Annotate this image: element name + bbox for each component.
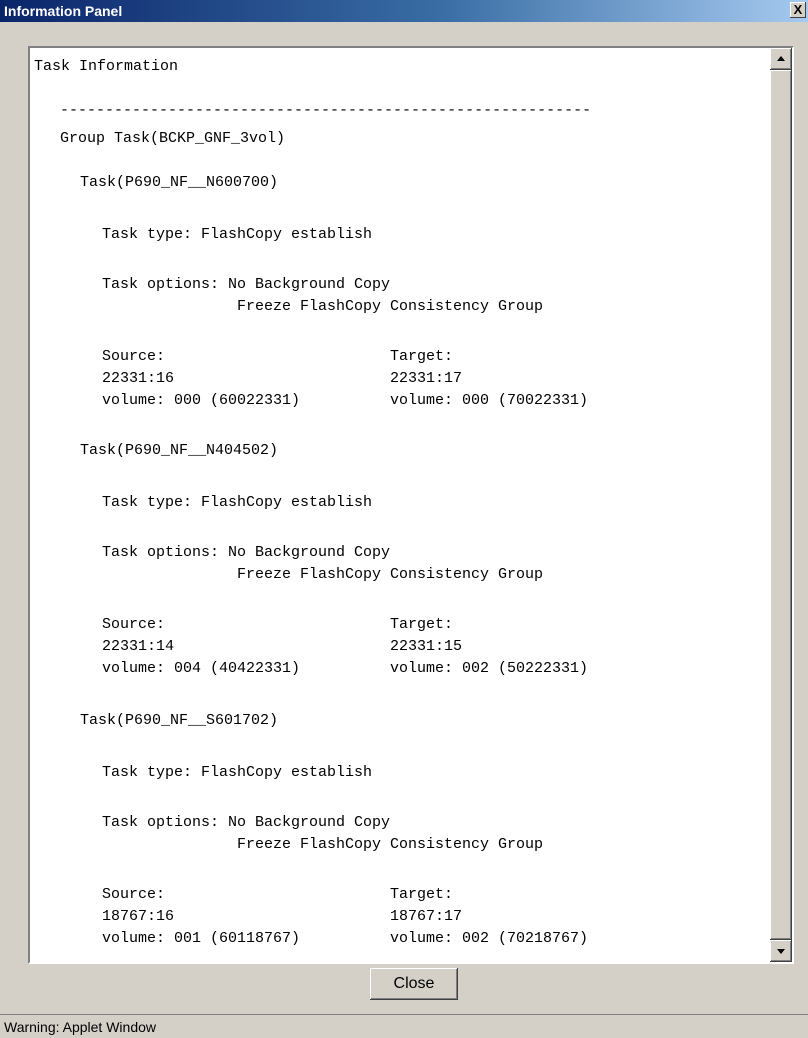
arrow-down-icon (777, 949, 785, 954)
scroll-down-button[interactable] (770, 940, 792, 962)
task-options-continued: Freeze FlashCopy Consistency Group (237, 298, 544, 315)
target-volume: volume: 002 (50222331) (390, 660, 589, 677)
target-label: Target: (390, 616, 454, 633)
task-type: Task type: FlashCopy establish (102, 764, 373, 781)
source-address: 22331:16 (102, 370, 175, 387)
target-volume: volume: 000 (70022331) (390, 392, 589, 409)
separator-line: ----------------------------------------… (60, 102, 592, 119)
target-address: 22331:15 (390, 638, 463, 655)
close-button[interactable]: Close (370, 968, 458, 1000)
source-volume: volume: 000 (60022331) (102, 392, 301, 409)
task-name: Task(P690_NF__N600700) (80, 174, 279, 191)
applet-warning-text: Warning: Applet Window (4, 1019, 156, 1035)
task-options: Task options: No Background Copy (102, 814, 391, 831)
target-address: 18767:17 (390, 908, 463, 925)
title-bar: Information Panel X (0, 0, 808, 22)
task-options: Task options: No Background Copy (102, 276, 391, 293)
target-volume: volume: 002 (70218767) (390, 930, 589, 947)
scroll-up-button[interactable] (770, 48, 792, 70)
task-type: Task type: FlashCopy establish (102, 494, 373, 511)
target-address: 22331:17 (390, 370, 463, 387)
task-name: Task(P690_NF__N404502) (80, 442, 279, 459)
task-information-panel: Task Information -----------------------… (28, 46, 794, 964)
source-volume: volume: 001 (60118767) (102, 930, 301, 947)
source-volume: volume: 004 (40422331) (102, 660, 301, 677)
task-options: Task options: No Background Copy (102, 544, 391, 561)
source-label: Source: (102, 616, 166, 633)
source-label: Source: (102, 348, 166, 365)
window-title: Information Panel (4, 3, 123, 19)
task-options-continued: Freeze FlashCopy Consistency Group (237, 836, 544, 853)
task-information-text[interactable]: Task Information -----------------------… (30, 48, 768, 962)
vertical-scrollbar[interactable] (770, 48, 792, 962)
source-address: 18767:16 (102, 908, 175, 925)
task-options-continued: Freeze FlashCopy Consistency Group (237, 566, 544, 583)
status-bar: Warning: Applet Window (0, 1014, 808, 1038)
panel-heading: Task Information (34, 58, 179, 75)
source-label: Source: (102, 886, 166, 903)
arrow-up-icon (777, 56, 785, 61)
target-label: Target: (390, 348, 454, 365)
task-name: Task(P690_NF__S601702) (80, 712, 279, 729)
scroll-thumb[interactable] (770, 70, 792, 940)
window-close-icon[interactable]: X (790, 2, 806, 18)
target-label: Target: (390, 886, 454, 903)
group-task-name: Group Task(BCKP_GNF_3vol) (60, 130, 286, 147)
source-address: 22331:14 (102, 638, 175, 655)
task-type: Task type: FlashCopy establish (102, 226, 373, 243)
